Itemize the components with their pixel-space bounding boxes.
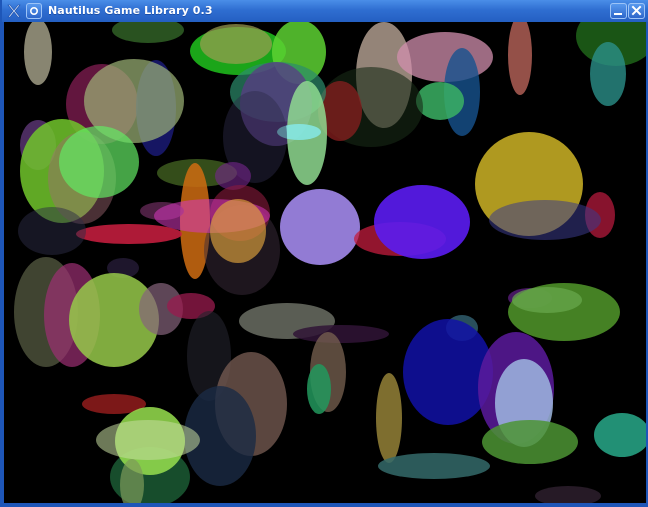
ellipse-sprite (508, 22, 532, 95)
ellipse-sprite (397, 32, 493, 82)
window-title: Nautilus Game Library 0.3 (48, 4, 213, 17)
ellipse-sprite (293, 325, 389, 343)
game-window: Nautilus Game Library 0.3 (0, 0, 648, 507)
ellipse-sprite (535, 486, 601, 503)
ellipse-sprite (200, 24, 272, 64)
window-menu-icon (30, 7, 39, 16)
minimize-button[interactable] (610, 3, 627, 19)
ellipse-sprite (24, 22, 52, 85)
ellipse-sprite (594, 413, 646, 457)
ellipse-sprite (416, 82, 464, 120)
ellipse-sprite (112, 22, 184, 43)
ellipse-sprite (18, 207, 86, 255)
ellipse-sprite (590, 42, 626, 106)
close-icon (631, 5, 642, 16)
ellipse-sprite (376, 373, 402, 463)
window-menu-button[interactable] (26, 3, 42, 19)
ellipse-sprite (76, 224, 182, 244)
ellipse-scene (14, 22, 646, 503)
game-canvas[interactable] (4, 22, 646, 503)
ellipse-sprite (489, 200, 601, 240)
ellipse-sprite (280, 189, 360, 265)
ellipse-sprite (374, 185, 470, 259)
ellipse-sprite (512, 287, 582, 313)
minimize-icon (614, 13, 622, 15)
close-button[interactable] (628, 3, 645, 19)
app-icon[interactable] (6, 3, 22, 19)
ellipse-sprite (59, 126, 139, 198)
title-bar[interactable]: Nautilus Game Library 0.3 (2, 0, 648, 22)
ellipse-sprite (210, 199, 266, 263)
ellipse-sprite (378, 453, 490, 479)
ellipse-sprite (96, 420, 200, 460)
ellipse-sprite (307, 364, 331, 414)
ellipse-sprite (403, 319, 493, 425)
ellipse-sprite (482, 420, 578, 464)
